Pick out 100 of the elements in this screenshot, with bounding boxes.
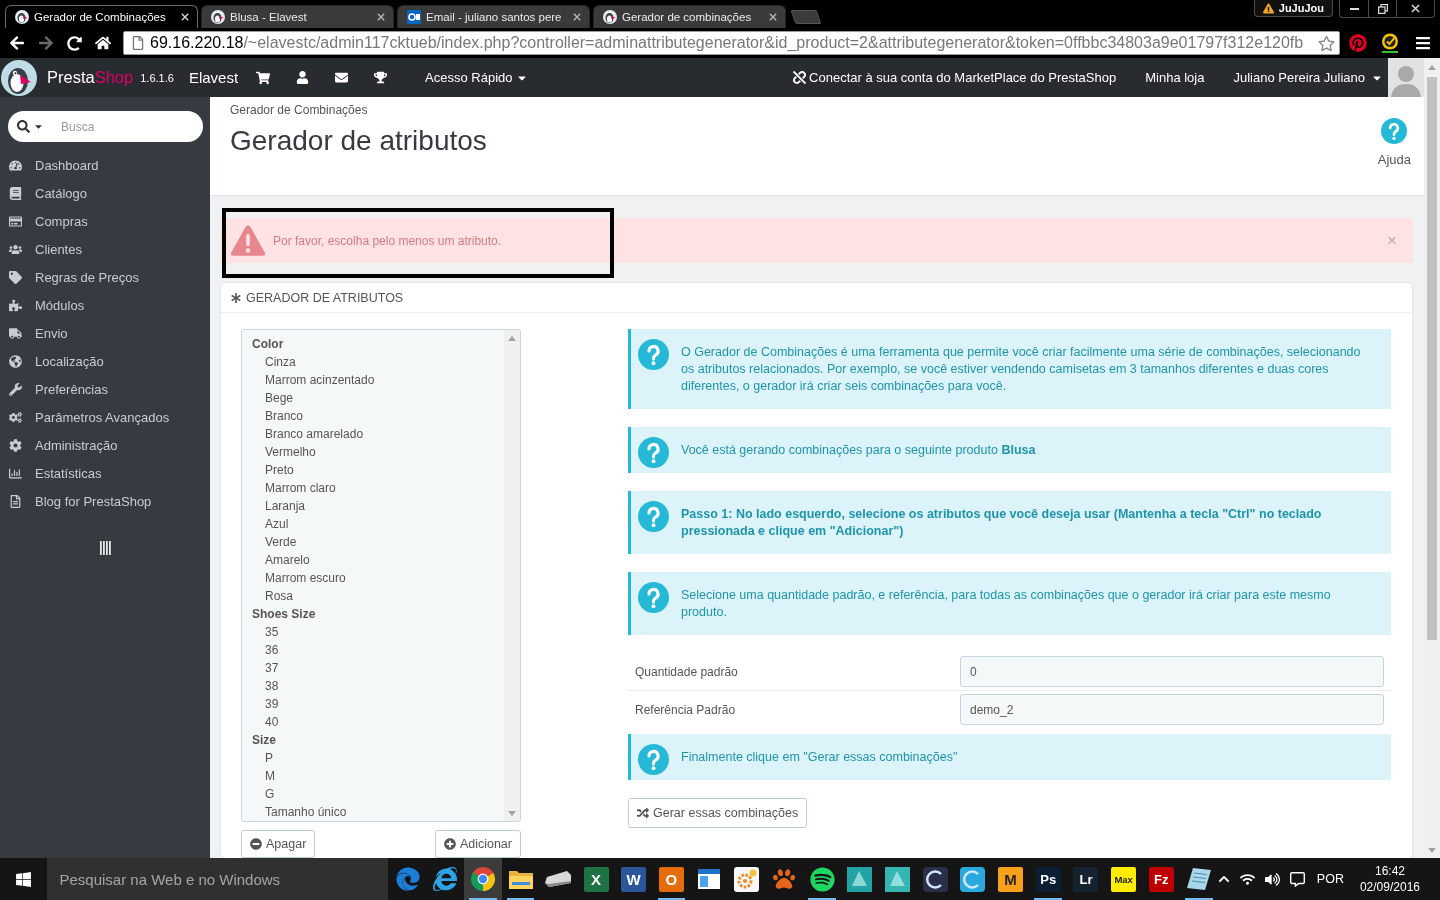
list-option[interactable]: Amarelo [252,551,500,569]
list-option[interactable]: Branco amarelado [252,425,500,443]
trophy-icon[interactable] [374,71,388,84]
wifi-icon[interactable] [1239,871,1255,887]
close-icon[interactable] [769,13,777,21]
list-option[interactable]: 37 [252,659,500,677]
home-icon[interactable] [95,35,111,51]
input-field[interactable]: 0 [960,656,1384,687]
asterisk-icon [231,292,241,303]
taskbar-app-button[interactable]: Ps [1029,858,1068,900]
user-icon[interactable] [296,71,310,84]
browser-tab[interactable]: Gerador de combinações [593,5,786,28]
generate-button[interactable]: Gerar essas combinações [628,798,808,828]
taskbar-app-button[interactable] [464,858,502,900]
clock-date[interactable]: 02/09/2016 [1359,879,1420,895]
list-option[interactable]: 40 [252,713,500,731]
sidebar-item[interactable]: Dashboard [0,151,210,179]
truck-icon [8,326,22,340]
option-group-label: Size [252,732,277,749]
add-button[interactable]: Adicionar [434,830,521,858]
employee-menu[interactable]: Juliano Pereira Juliano [1233,70,1383,85]
taskbar-app-button[interactable]: Lr [1067,858,1105,900]
list-option[interactable]: Bege [252,389,500,407]
list-option[interactable]: Vermelho [252,443,500,461]
address-field[interactable]: 69.16.220.18/~elavestc/admin117cktueb/index.php?controller=adminattributegenerator&id_product=2&attributegenerator&token=0ffbbc34803a9e01797f312e120fb [123,31,1340,55]
sidebar-item[interactable]: Módulos [0,291,210,319]
help-button[interactable]: Ajuda [1377,118,1411,195]
sidebar-item[interactable]: Parâmetros Avançados [0,403,210,431]
remove-button[interactable]: Apagar [241,830,316,858]
input-field[interactable]: demo_2 [960,694,1384,725]
sidebar-item[interactable]: Administração [0,431,210,459]
volume-icon[interactable] [1264,871,1280,887]
sidebar-item[interactable]: Estatísticas [0,459,210,487]
sidebar-item[interactable]: Localização [0,347,210,375]
search-field[interactable]: Pesquisar na Web e no Windows [47,858,388,900]
sidebar-item[interactable]: Catálogo [0,179,210,207]
scanner-icon [545,871,572,887]
taskbar-app-button[interactable]: W [614,858,653,900]
my-shop-link[interactable]: Minha loja [1145,70,1205,85]
check-badge-icon[interactable] [1381,33,1399,53]
list-option[interactable]: Cinza [252,353,500,371]
search-input[interactable]: Busca [61,115,203,138]
back-icon[interactable] [9,35,25,51]
list-option[interactable]: Branco [252,407,500,425]
p-logo-icon[interactable] [1349,34,1367,52]
taskbar-app-button[interactable]: M [991,858,1030,900]
list-option[interactable]: Tamanho único [252,803,500,821]
collapse-icon[interactable] [99,541,111,555]
sidebar-item[interactable]: Envio [0,319,210,347]
marketplace-link[interactable]: Conectar à sua conta do MarketPlace do PrestaShop [793,70,1117,85]
list-option[interactable]: Marrom acinzentado [252,371,500,389]
sidebar-item[interactable]: Regras de Preços [0,263,210,291]
browser-tab[interactable]: Blusa - Elavest [201,5,394,28]
chevron-up-icon[interactable] [1217,873,1230,885]
search-field[interactable]: Busca [8,111,203,142]
star-icon[interactable] [1318,34,1335,52]
list-option[interactable]: Marrom claro [252,479,500,497]
list-option[interactable]: Rosa [252,587,500,605]
taskbar-app-button[interactable]: X [577,858,615,900]
language-indicator[interactable]: POR [1316,872,1344,886]
sidebar-item[interactable]: Preferências [0,375,210,403]
list-option[interactable]: P [252,749,500,767]
list-option[interactable]: 39 [252,695,500,713]
list-option[interactable]: 36 [252,641,500,659]
new-tab-button[interactable] [790,10,822,24]
taskbar-app-button[interactable]: Max [1104,858,1143,900]
list-option[interactable]: Verde [252,533,500,551]
list-option[interactable]: G [252,785,500,803]
penguin-logo-icon[interactable] [1,59,37,96]
list-option[interactable]: 38 [252,677,500,695]
sidebar-item[interactable]: Compras [0,207,210,235]
quick-access-menu[interactable]: Acesso Rápido [425,70,528,85]
close-icon[interactable] [377,13,385,21]
clock-time[interactable]: 16:42 [1374,863,1405,879]
shop-name[interactable]: Elavest [188,69,239,86]
list-option[interactable]: M [252,767,500,785]
envelope-icon[interactable] [335,71,349,84]
browser-tab[interactable]: Gerador de Combinações [5,5,198,28]
app-tile: O [658,866,684,892]
list-option[interactable]: Laranja [252,497,500,515]
notification-icon[interactable] [1289,871,1305,887]
list-option[interactable]: 35 [252,623,500,641]
taskbar-app-button[interactable]: Fz [1142,858,1181,900]
profile-button[interactable]: JuJuJou [1253,0,1333,17]
attribute-listbox[interactable]: Color Cinza Marrom acinzentado Bege Branco Branco amarelado Vermelho Preto Marrom claro Laranja Azul Verde Amarelo Marrom escuro Rosa Shoes Size 35 36 37 38 39 40 Size P M G Tamanho único [241,329,521,822]
scrollbar-thumb[interactable] [1427,77,1437,640]
list-option[interactable]: Azul [252,515,500,533]
list-option[interactable]: Preto [252,461,500,479]
wrench-icon [8,382,22,396]
close-icon[interactable] [573,13,581,21]
sidebar-item[interactable]: Blog for PrestaShop [0,487,210,515]
menu-icon[interactable] [1415,35,1431,51]
warning-icon [1262,2,1274,14]
reload-icon[interactable] [67,35,82,51]
search-type-button[interactable] [17,120,44,133]
list-option[interactable]: Marrom escuro [252,569,500,587]
close-icon[interactable] [181,13,189,21]
cart-icon[interactable] [256,70,271,85]
sidebar-item[interactable]: Clientes [0,235,210,263]
browser-tab[interactable]: Email - juliano santos pere [397,5,590,28]
